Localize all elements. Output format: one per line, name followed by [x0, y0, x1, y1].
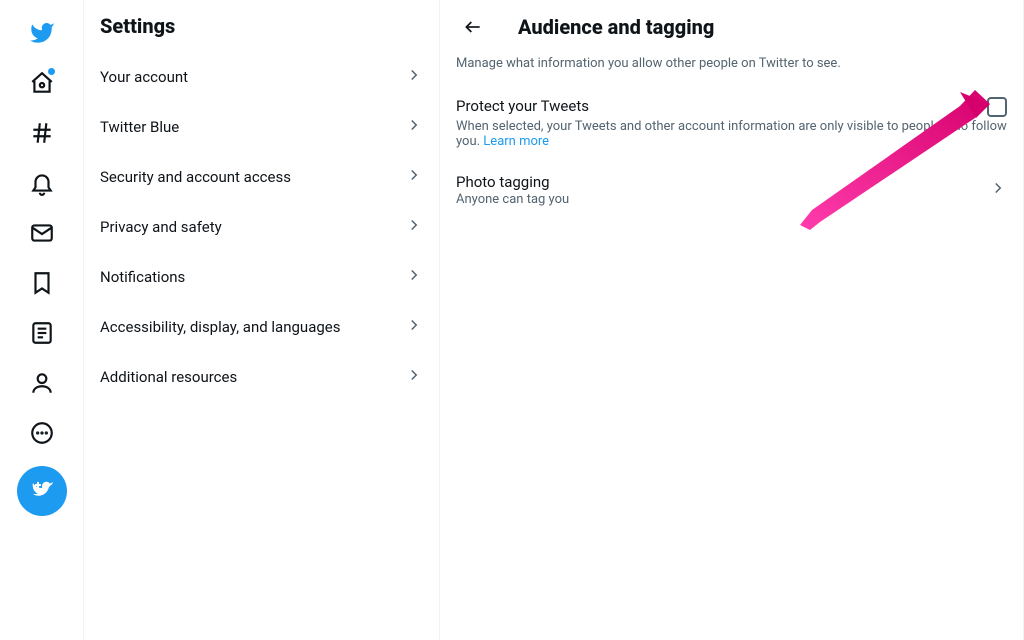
notification-dot-icon — [48, 68, 55, 75]
chevron-right-icon — [405, 166, 423, 188]
compose-button[interactable] — [17, 466, 67, 516]
messages-icon[interactable] — [17, 208, 67, 258]
settings-item-label: Your account — [100, 68, 188, 86]
notifications-icon[interactable] — [17, 158, 67, 208]
protect-tweets-label: Protect your Tweets — [456, 97, 589, 115]
settings-item-notifications[interactable]: Notifications — [84, 252, 439, 302]
nav-rail — [0, 0, 84, 640]
chevron-right-icon — [405, 366, 423, 388]
chevron-right-icon — [989, 179, 1007, 201]
chevron-right-icon — [405, 216, 423, 238]
protect-tweets-checkbox[interactable] — [987, 97, 1007, 117]
settings-column: Settings Your account Twitter Blue Secur… — [84, 0, 440, 640]
more-icon[interactable] — [17, 408, 67, 458]
lists-icon[interactable] — [17, 308, 67, 358]
settings-item-security[interactable]: Security and account access — [84, 152, 439, 202]
detail-column: Audience and tagging Manage what informa… — [440, 0, 1024, 640]
settings-item-label: Twitter Blue — [100, 118, 179, 136]
settings-item-resources[interactable]: Additional resources — [84, 352, 439, 402]
settings-item-label: Additional resources — [100, 368, 237, 386]
detail-title: Audience and tagging — [518, 15, 714, 39]
photo-tagging-label: Photo tagging — [456, 173, 569, 191]
settings-item-label: Accessibility, display, and languages — [100, 318, 340, 336]
settings-item-label: Security and account access — [100, 168, 291, 186]
back-button[interactable] — [456, 10, 490, 44]
home-icon[interactable] — [17, 58, 67, 108]
settings-item-accessibility[interactable]: Accessibility, display, and languages — [84, 302, 439, 352]
protect-tweets-description: When selected, your Tweets and other acc… — [456, 119, 1007, 149]
detail-description: Manage what information you allow other … — [440, 52, 1023, 89]
chevron-right-icon — [405, 66, 423, 88]
settings-item-twitter-blue[interactable]: Twitter Blue — [84, 102, 439, 152]
settings-item-label: Privacy and safety — [100, 218, 222, 236]
settings-item-your-account[interactable]: Your account — [84, 52, 439, 102]
settings-item-privacy[interactable]: Privacy and safety — [84, 202, 439, 252]
protect-tweets-option: Protect your Tweets When selected, your … — [440, 89, 1023, 163]
bookmarks-icon[interactable] — [17, 258, 67, 308]
photo-tagging-sub: Anyone can tag you — [456, 192, 569, 207]
detail-header: Audience and tagging — [440, 0, 1023, 52]
learn-more-link[interactable]: Learn more — [483, 134, 549, 149]
photo-tagging-row[interactable]: Photo tagging Anyone can tag you — [440, 163, 1023, 217]
twitter-logo-icon[interactable] — [17, 8, 67, 58]
chevron-right-icon — [405, 316, 423, 338]
chevron-right-icon — [405, 266, 423, 288]
profile-icon[interactable] — [17, 358, 67, 408]
settings-title: Settings — [84, 0, 439, 52]
explore-icon[interactable] — [17, 108, 67, 158]
chevron-right-icon — [405, 116, 423, 138]
settings-item-label: Notifications — [100, 268, 185, 286]
